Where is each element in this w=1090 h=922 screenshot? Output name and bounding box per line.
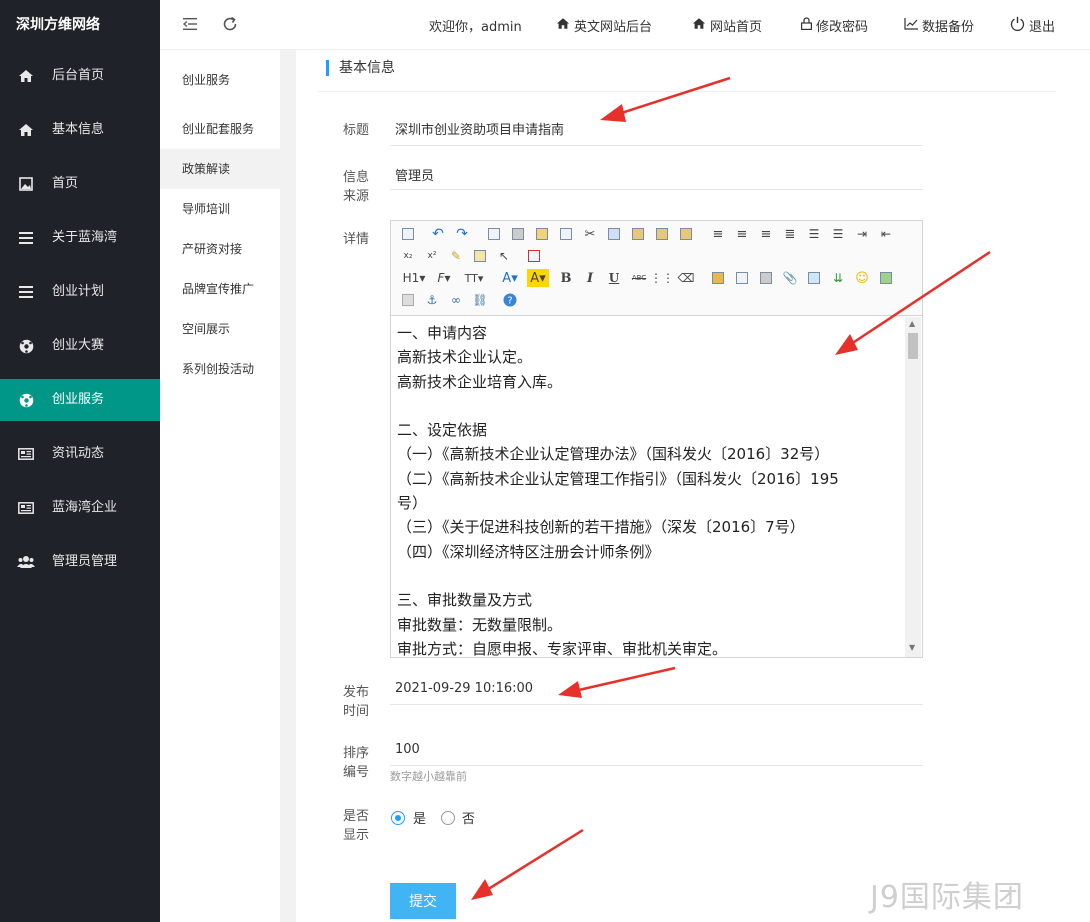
annotation-arrows: [471, 76, 991, 900]
watermark: J9国际集团: [870, 880, 1024, 915]
